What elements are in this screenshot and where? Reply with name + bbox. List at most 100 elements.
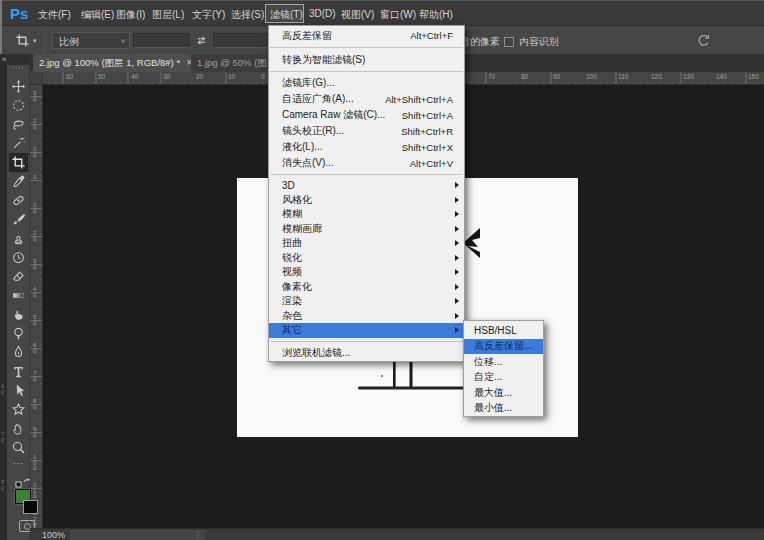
zoom-level[interactable]: 100% [42,530,65,540]
filter-menu-item-20[interactable]: 渲染 [269,294,464,309]
menubar-item-9[interactable]: 视图(V) [341,8,374,22]
filter-menu-item-12[interactable]: 3D [269,178,464,193]
tool-history-brush[interactable] [10,249,27,266]
v-ruler-label: 1 0 0 [33,455,36,472]
filter-menu-item-9[interactable]: 液化(L)...Shift+Ctrl+X [269,139,464,155]
tool-eraser[interactable] [10,268,27,285]
filter-menu-item-17[interactable]: 锐化 [269,251,464,266]
filter-submenu-item-2[interactable]: 高反差保留... [464,339,543,355]
tool-crop[interactable] [10,154,27,171]
filter-submenu-item-3[interactable]: 位移... [464,354,543,370]
menu-item-shortcut: Alt+Ctrl+F [410,30,464,41]
menu-item-label: 视频 [269,265,302,279]
tool-dodge[interactable] [10,325,27,342]
filter-submenu-item-4[interactable]: 自定... [464,370,543,386]
h-ruler-label: 60 [66,73,73,80]
filter-menu-item-5[interactable]: 滤镜库(G)... [269,75,464,91]
tool-hand[interactable] [10,420,27,437]
filter-submenu-item-5[interactable]: 最大值... [464,385,543,401]
background-color-swatch[interactable] [23,500,38,514]
eraser-icon [11,269,26,284]
filter-menu-item-10[interactable]: 消失点(V)...Alt+Ctrl+V [269,155,464,171]
menubar-item-5[interactable]: 文字(Y) [192,8,225,22]
submenu-arrow-icon [455,298,459,304]
crop-options-chevron-icon[interactable]: ▾ [33,37,37,45]
submenu-arrow-icon [455,197,459,203]
filter-submenu-item-6[interactable]: 最小值... [464,401,543,417]
menubar-item-3[interactable]: 图像(I) [116,8,145,22]
h-ruler-label: 140 [716,73,727,80]
zoom-icon [11,440,26,455]
crop-height-input[interactable] [213,33,270,48]
tool-pen[interactable] [10,344,27,361]
collapse-panel-icon[interactable]: » [2,55,5,64]
filter-menu-item-8[interactable]: 镜头校正(R)...Shift+Ctrl+R [269,123,464,139]
menubar-item-11[interactable]: 帮助(H) [419,8,453,22]
crop-preset-label: 比例 [59,35,79,49]
menubar-item-10[interactable]: 窗口(W) [380,8,416,22]
swap-width-height-icon[interactable] [195,34,208,47]
crop-width-input[interactable] [133,33,190,48]
filter-menu-item-14[interactable]: 模糊 [269,207,464,222]
filter-menu-item-24[interactable]: 浏览联机滤镜... [269,345,464,361]
filter-menu-item-19[interactable]: 像素化 [269,280,464,295]
filter-dropdown-menu: 高反差保留Alt+Ctrl+F 转换为智能滤镜(S) 滤镜库(G)...自适应广角(… [268,25,465,362]
menubar-item-7[interactable]: 滤镜(T) [270,8,303,22]
v-ruler-label: 8 0 [33,399,36,410]
tool-lasso[interactable] [10,116,27,133]
h-ruler-label: 100 [586,73,597,80]
history-brush-icon [11,250,26,265]
tool-eyedropper[interactable] [10,173,27,190]
content-aware-checkbox[interactable] [504,37,514,47]
crop-tool-options-icon[interactable] [15,33,30,48]
filter-menu-item-3[interactable]: 转换为智能滤镜(S) [269,51,464,68]
filter-menu-item-22[interactable]: 其它 [269,323,464,338]
submenu-arrow-icon [455,240,459,246]
tool-clone-stamp[interactable] [10,230,27,247]
document-tab-1[interactable]: 2.jpg @ 100% (图层 1, RGB/8#) *× [33,54,198,72]
vertical-ruler[interactable]: 3 02 01 001 02 03 04 05 06 07 08 09 01 0… [30,85,43,528]
filter-other-submenu: HSB/HSL高反差保留...位移...自定...最大值...最小值... [463,320,544,417]
v-ruler-label: 4 0 [33,287,36,298]
filter-menu-item-1[interactable]: 高反差保留Alt+Ctrl+F [269,27,464,44]
menu-item-label: 模糊画廊 [269,222,322,236]
tool-magic-wand[interactable] [10,135,27,152]
eyedropper-icon [11,174,26,189]
swap-colors-icon[interactable] [15,475,31,487]
tool-path-select[interactable] [10,382,27,399]
crop-preset-dropdown[interactable]: 比例˅ [52,32,130,49]
more-tools-ellipsis[interactable]: ... [13,456,24,466]
tool-gradient[interactable] [10,287,27,304]
elliptical-marquee-icon [11,98,26,113]
path-select-icon [11,383,26,398]
tool-brush[interactable] [10,211,27,228]
filter-submenu-item-1[interactable]: HSB/HSL [464,323,543,339]
filter-menu-item-21[interactable]: 杂色 [269,309,464,324]
tool-elliptical-marquee[interactable] [10,97,27,114]
v-ruler-label: 7 0 [33,371,36,382]
filter-menu-item-7[interactable]: Camera Raw 滤镜(C)...Shift+Ctrl+A [269,107,464,123]
tool-shape[interactable] [10,401,27,418]
tool-zoom[interactable] [10,439,27,456]
menu-separator [269,171,464,178]
filter-menu-item-16[interactable]: 扭曲 [269,236,464,251]
tool-type[interactable] [10,363,27,380]
filter-menu-item-18[interactable]: 视频 [269,265,464,280]
submenu-item-label: 自定... [464,370,502,384]
status-popup-chevron[interactable]: 〉 [196,529,204,540]
filter-menu-item-6[interactable]: 自适应广角(A)...Alt+Shift+Ctrl+A [269,91,464,107]
menubar-item-1[interactable]: 文件(F) [38,8,71,22]
tool-spot-healing[interactable] [10,192,27,209]
menubar-item-2[interactable]: 编辑(E) [81,8,114,22]
menubar-item-8[interactable]: 3D(D) [309,8,336,19]
filter-menu-item-13[interactable]: 风格化 [269,193,464,208]
menubar-item-6[interactable]: 选择(S) [231,8,264,22]
tool-smudge[interactable] [10,306,27,323]
menu-item-label: 杂色 [269,309,302,323]
panel-grip[interactable] [13,67,24,69]
content-aware-label: 内容识别 [519,35,559,49]
filter-menu-item-15[interactable]: 模糊画廊 [269,222,464,237]
menubar-item-4[interactable]: 图层(L) [152,8,184,22]
tool-move[interactable] [10,78,27,95]
reset-icon[interactable] [696,33,711,48]
